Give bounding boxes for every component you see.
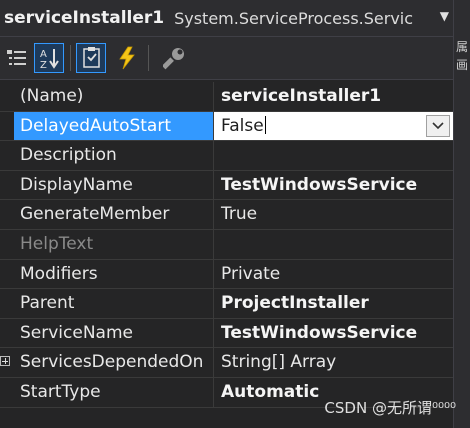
property-value[interactable] [214, 141, 453, 170]
property-value[interactable]: ProjectInstaller [214, 289, 453, 318]
categorized-icon [7, 50, 26, 65]
value-dropdown-button[interactable] [426, 114, 450, 137]
property-name: Modifiers [14, 259, 214, 289]
properties-panel: serviceInstaller1 System.ServiceProcess.… [0, 0, 453, 428]
property-row-generatemember[interactable]: GenerateMember True [0, 200, 453, 230]
properties-toolbar: A Z [0, 37, 453, 80]
property-row-helptext[interactable]: HelpText [0, 229, 453, 260]
property-value[interactable]: TestWindowsService [214, 171, 453, 200]
property-name: DisplayName [14, 170, 214, 200]
property-value[interactable]: String[] Array [214, 348, 453, 377]
property-row-modifiers[interactable]: Modifiers Private [0, 259, 453, 290]
properties-button[interactable] [76, 43, 106, 73]
property-name: (Name) [14, 82, 214, 111]
side-tab-other[interactable]: 画 [456, 56, 468, 73]
property-name: ServiceName [14, 318, 214, 348]
object-name: serviceInstaller1 [4, 8, 165, 28]
text-caret [264, 115, 266, 134]
events-button[interactable] [112, 43, 142, 73]
right-side-tabs: 属 画 [453, 0, 470, 428]
property-row-name[interactable]: (Name) serviceInstaller1 [0, 82, 453, 112]
property-name: ServicesDependedOn [14, 348, 214, 377]
property-name: Description [14, 141, 214, 170]
property-value: False [221, 115, 264, 136]
properties-icon [83, 47, 100, 68]
chevron-down-icon [432, 122, 444, 129]
categorized-button[interactable] [2, 43, 32, 73]
property-value[interactable]: TestWindowsService [214, 319, 453, 348]
svg-text:Z: Z [40, 60, 47, 70]
chevron-down-icon[interactable]: ▼ [440, 9, 449, 23]
object-selector[interactable]: serviceInstaller1 System.ServiceProcess.… [0, 0, 453, 37]
watermark: CSDN @无所谓⁰⁰⁰⁰ [324, 399, 456, 417]
property-value [214, 230, 453, 259]
property-name: DelayedAutoStart [14, 111, 214, 141]
property-pages-wrench-icon [163, 48, 184, 70]
svg-text:A: A [40, 49, 47, 60]
side-tab-properties[interactable]: 属 [456, 38, 468, 55]
property-value[interactable]: serviceInstaller1 [214, 82, 453, 111]
property-name: GenerateMember [14, 200, 214, 229]
expand-icon[interactable] [0, 356, 10, 367]
events-lightning-icon [119, 46, 135, 70]
property-value[interactable]: Private [214, 260, 453, 289]
property-row-delayedautostart[interactable]: DelayedAutoStart False [0, 111, 453, 142]
property-pages-button[interactable] [160, 43, 190, 73]
property-grid: (Name) serviceInstaller1 DelayedAutoStar… [0, 82, 453, 408]
property-row-servicesdependedon[interactable]: ServicesDependedOn String[] Array [0, 348, 453, 378]
property-name: Parent [14, 289, 214, 318]
object-type: System.ServiceProcess.Servic [174, 8, 414, 28]
alphabetical-sort-icon: A Z [40, 49, 59, 70]
toolbar-separator [70, 45, 71, 71]
property-row-servicename[interactable]: ServiceName TestWindowsService [0, 318, 453, 349]
property-value[interactable]: True [214, 200, 453, 229]
property-name: HelpText [14, 229, 214, 259]
property-row-description[interactable]: Description [0, 141, 453, 171]
property-row-parent[interactable]: Parent ProjectInstaller [0, 289, 453, 319]
property-value-editor[interactable]: False [214, 111, 453, 141]
toolbar-separator [148, 45, 149, 71]
property-row-displayname[interactable]: DisplayName TestWindowsService [0, 170, 453, 201]
property-name: StartType [14, 377, 214, 407]
alphabetical-button[interactable]: A Z [34, 43, 64, 73]
